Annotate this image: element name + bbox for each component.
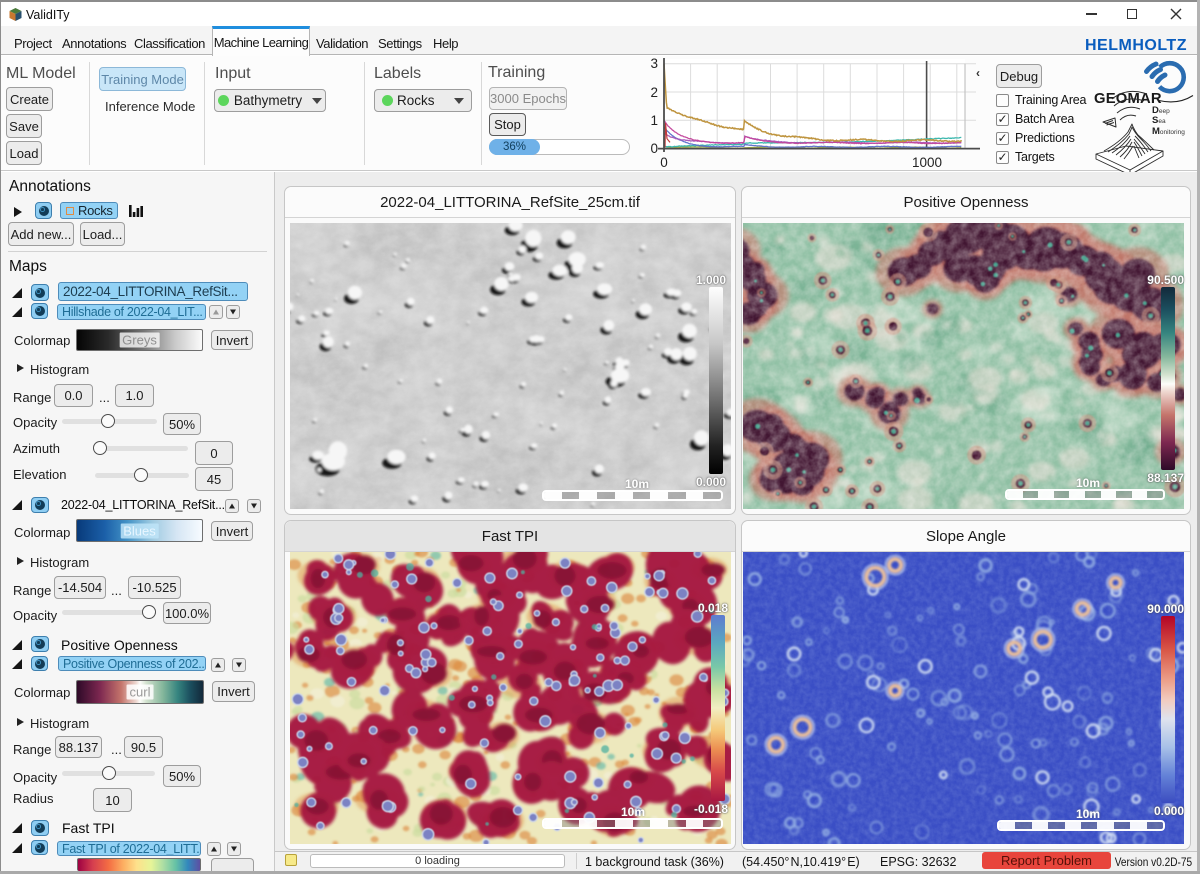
svg-text:1: 1 [650, 113, 658, 128]
svg-text:Monitoring: Monitoring [1152, 126, 1185, 137]
svg-text:2: 2 [650, 85, 658, 100]
svg-text:1000: 1000 [912, 155, 942, 169]
svg-text:3: 3 [650, 57, 658, 71]
svg-text:Sea: Sea [1152, 115, 1166, 126]
svg-text:0: 0 [660, 155, 668, 169]
svg-text:0: 0 [650, 141, 658, 156]
